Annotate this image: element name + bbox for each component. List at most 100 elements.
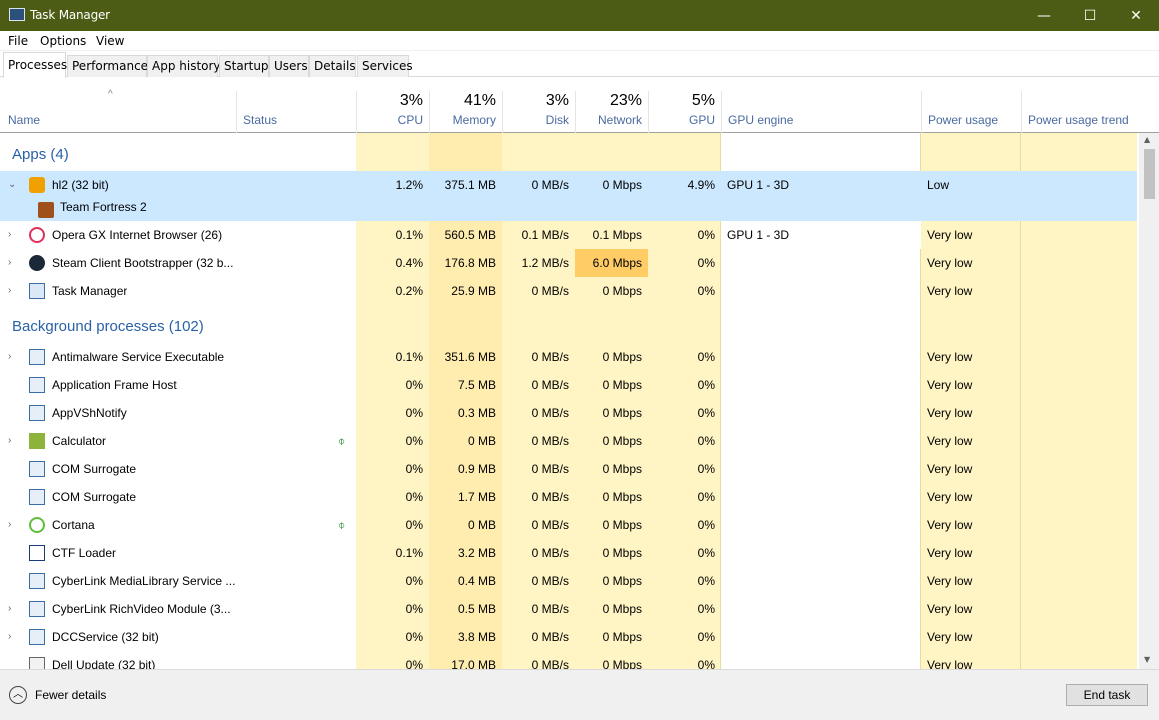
header-disk[interactable]: 3% Disk (502, 91, 575, 133)
tab-users[interactable]: Users (269, 55, 309, 77)
cpu-value: 0% (405, 434, 423, 448)
table-row[interactable]: COM Surrogate 0% 1.7 MB 0 MB/s 0 Mbps 0% Very … (0, 483, 1137, 511)
dccservice-icon (29, 629, 45, 645)
group-header-background[interactable]: Background processes (102) (0, 313, 1137, 341)
gpu-value: 0% (697, 574, 715, 588)
process-name: Opera GX Internet Browser (26) (52, 228, 223, 242)
memory-value: 176.8 MB (444, 256, 496, 270)
table-row[interactable]: › Opera GX Internet Browser (26) 0.1% 56… (0, 221, 1137, 249)
scrollbar-thumb[interactable] (1144, 149, 1155, 199)
expand-chevron-icon[interactable]: › (8, 623, 11, 651)
table-row[interactable]: › CyberLink RichVideo Module (3... 0% 0.5 M… (0, 595, 1137, 623)
calculator-icon (29, 433, 45, 449)
table-row[interactable]: › DCCService (32 bit) 0% 3.8 MB 0 MB/s 0 Mbps… (0, 623, 1137, 651)
appvshnotify-icon (29, 405, 45, 421)
header-power-trend[interactable]: Power usage trend (1021, 91, 1137, 133)
end-task-button[interactable]: End task (1066, 684, 1148, 706)
power-value: Very low (927, 658, 973, 669)
header-memory[interactable]: 41% Memory (429, 91, 502, 133)
tab-details[interactable]: Details (309, 55, 356, 77)
process-name: CyberLink RichVideo Module (3... (52, 602, 231, 616)
memory-value: 0.9 MB (457, 462, 496, 476)
vertical-scrollbar[interactable]: ▲ ▼ (1139, 133, 1159, 669)
disk-value: 0 MB/s (531, 518, 569, 532)
table-row[interactable]: AppVShNotify 0% 0.3 MB 0 MB/s 0 Mbps 0% Very l… (0, 399, 1137, 427)
table-row[interactable]: › Steam Client Bootstrapper (32 b... 0.4… (0, 249, 1137, 277)
gpu-value: 0% (697, 462, 715, 476)
expand-chevron-icon[interactable]: › (8, 427, 11, 455)
table-row[interactable]: › Calculator ⌽ 0% 0 MB 0 MB/s 0 Mbps 0% Very low (0, 427, 1137, 455)
gpu-value: 0% (697, 228, 715, 242)
scroll-down-arrow-icon[interactable]: ▼ (1144, 655, 1150, 664)
header-cpu[interactable]: 3% CPU (356, 91, 429, 133)
fewer-details-chevron-icon[interactable]: ︿ (9, 686, 27, 704)
expand-chevron-icon[interactable]: › (8, 249, 11, 277)
process-name: Antimalware Service Executable (52, 350, 225, 364)
expand-chevron-icon[interactable]: › (8, 511, 11, 539)
tab-startup[interactable]: Startup (219, 55, 269, 77)
team-fortress-icon (38, 202, 54, 218)
power-value: Very low (927, 350, 973, 364)
header-gpu-engine[interactable]: GPU engine (721, 91, 921, 133)
power-value: Very low (927, 378, 973, 392)
expand-chevron-icon[interactable]: › (8, 595, 11, 623)
gpu-value: 4.9% (687, 178, 715, 192)
table-row[interactable]: › Cortana ⌽ 0% 0 MB 0 MB/s 0 Mbps 0% Very low (0, 511, 1137, 539)
menu-options[interactable]: Options (40, 34, 86, 48)
table-row[interactable]: COM Surrogate 0% 0.9 MB 0 MB/s 0 Mbps 0% Very … (0, 455, 1137, 483)
header-name[interactable]: ^ Name (0, 89, 236, 133)
header-name-label: Name (8, 113, 41, 127)
tab-performance[interactable]: Performance (67, 55, 148, 77)
table-row[interactable]: CTF Loader 0.1% 3.2 MB 0 MB/s 0 Mbps 0% Very l… (0, 539, 1137, 567)
tab-processes[interactable]: Processes (3, 52, 67, 78)
header-gpu[interactable]: 5% GPU (648, 91, 721, 133)
collapse-chevron-icon[interactable]: ⌄ (8, 171, 16, 199)
memory-value: 0.5 MB (457, 602, 496, 616)
cortana-icon (29, 517, 45, 533)
process-name: COM Surrogate (52, 490, 137, 504)
cpu-value: 0% (405, 574, 423, 588)
header-power-usage[interactable]: Power usage (921, 91, 1021, 133)
scroll-up-arrow-icon[interactable]: ▲ (1144, 135, 1150, 144)
network-value: 0 Mbps (602, 490, 642, 504)
expand-chevron-icon[interactable]: › (8, 343, 11, 371)
group-title: Background processes (102) (12, 318, 204, 335)
steam-icon (29, 255, 45, 271)
table-row[interactable]: Application Frame Host 0% 7.5 MB 0 MB/s 0 Mb… (0, 371, 1137, 399)
header-network[interactable]: 23% Network (575, 91, 648, 133)
expand-chevron-icon[interactable]: › (8, 221, 11, 249)
network-value: 0 Mbps (602, 178, 642, 192)
menu-file[interactable]: File (8, 34, 28, 48)
disk-value: 0 MB/s (531, 658, 569, 669)
minimize-button[interactable]: — (1021, 0, 1067, 31)
maximize-button[interactable]: ☐ (1067, 0, 1113, 31)
process-name: CyberLink MediaLibrary Service ... (52, 574, 236, 588)
tab-services[interactable]: Services (357, 55, 413, 77)
disk-value: 0.1 MB/s (521, 228, 569, 242)
disk-value: 0 MB/s (531, 490, 569, 504)
cpu-value: 0% (405, 406, 423, 420)
gpu-value: 0% (697, 350, 715, 364)
memory-value: 1.7 MB (457, 490, 496, 504)
close-button[interactable]: ✕ (1113, 0, 1159, 31)
tab-app-history[interactable]: App history (147, 55, 221, 77)
header-memory-label: Memory (452, 113, 496, 127)
table-row[interactable]: Dell Update (32 bit) 0% 17.0 MB 0 MB/s 0 Mbp… (0, 651, 1137, 669)
header-cpu-label: CPU (397, 113, 423, 127)
gpu-value: 0% (697, 256, 715, 270)
cpu-value: 0% (405, 462, 423, 476)
header-status[interactable]: Status (236, 91, 356, 133)
fewer-details-link[interactable]: Fewer details (35, 688, 106, 702)
network-value: 0 Mbps (602, 630, 642, 644)
group-header-apps[interactable]: Apps (4) (0, 141, 1137, 169)
table-row[interactable]: ⌄ hl2 (32 bit) 1.2% 375.1 MB 0 MB/s 0 Mb… (0, 171, 1137, 221)
network-value: 0 Mbps (602, 462, 642, 476)
task-manager-icon (9, 8, 25, 21)
table-row[interactable]: › Task Manager 0.2% 25.9 MB 0 MB/s 0 Mbp… (0, 277, 1137, 305)
expand-chevron-icon[interactable]: › (8, 277, 11, 305)
disk-value: 0 MB/s (531, 602, 569, 616)
table-row[interactable]: CyberLink MediaLibrary Service ... 0% 0.4 … (0, 567, 1137, 595)
menu-view[interactable]: View (96, 34, 124, 48)
table-row[interactable]: › Antimalware Service Executable 0.1% 351.6… (0, 343, 1137, 371)
memory-value: 25.9 MB (451, 284, 496, 298)
